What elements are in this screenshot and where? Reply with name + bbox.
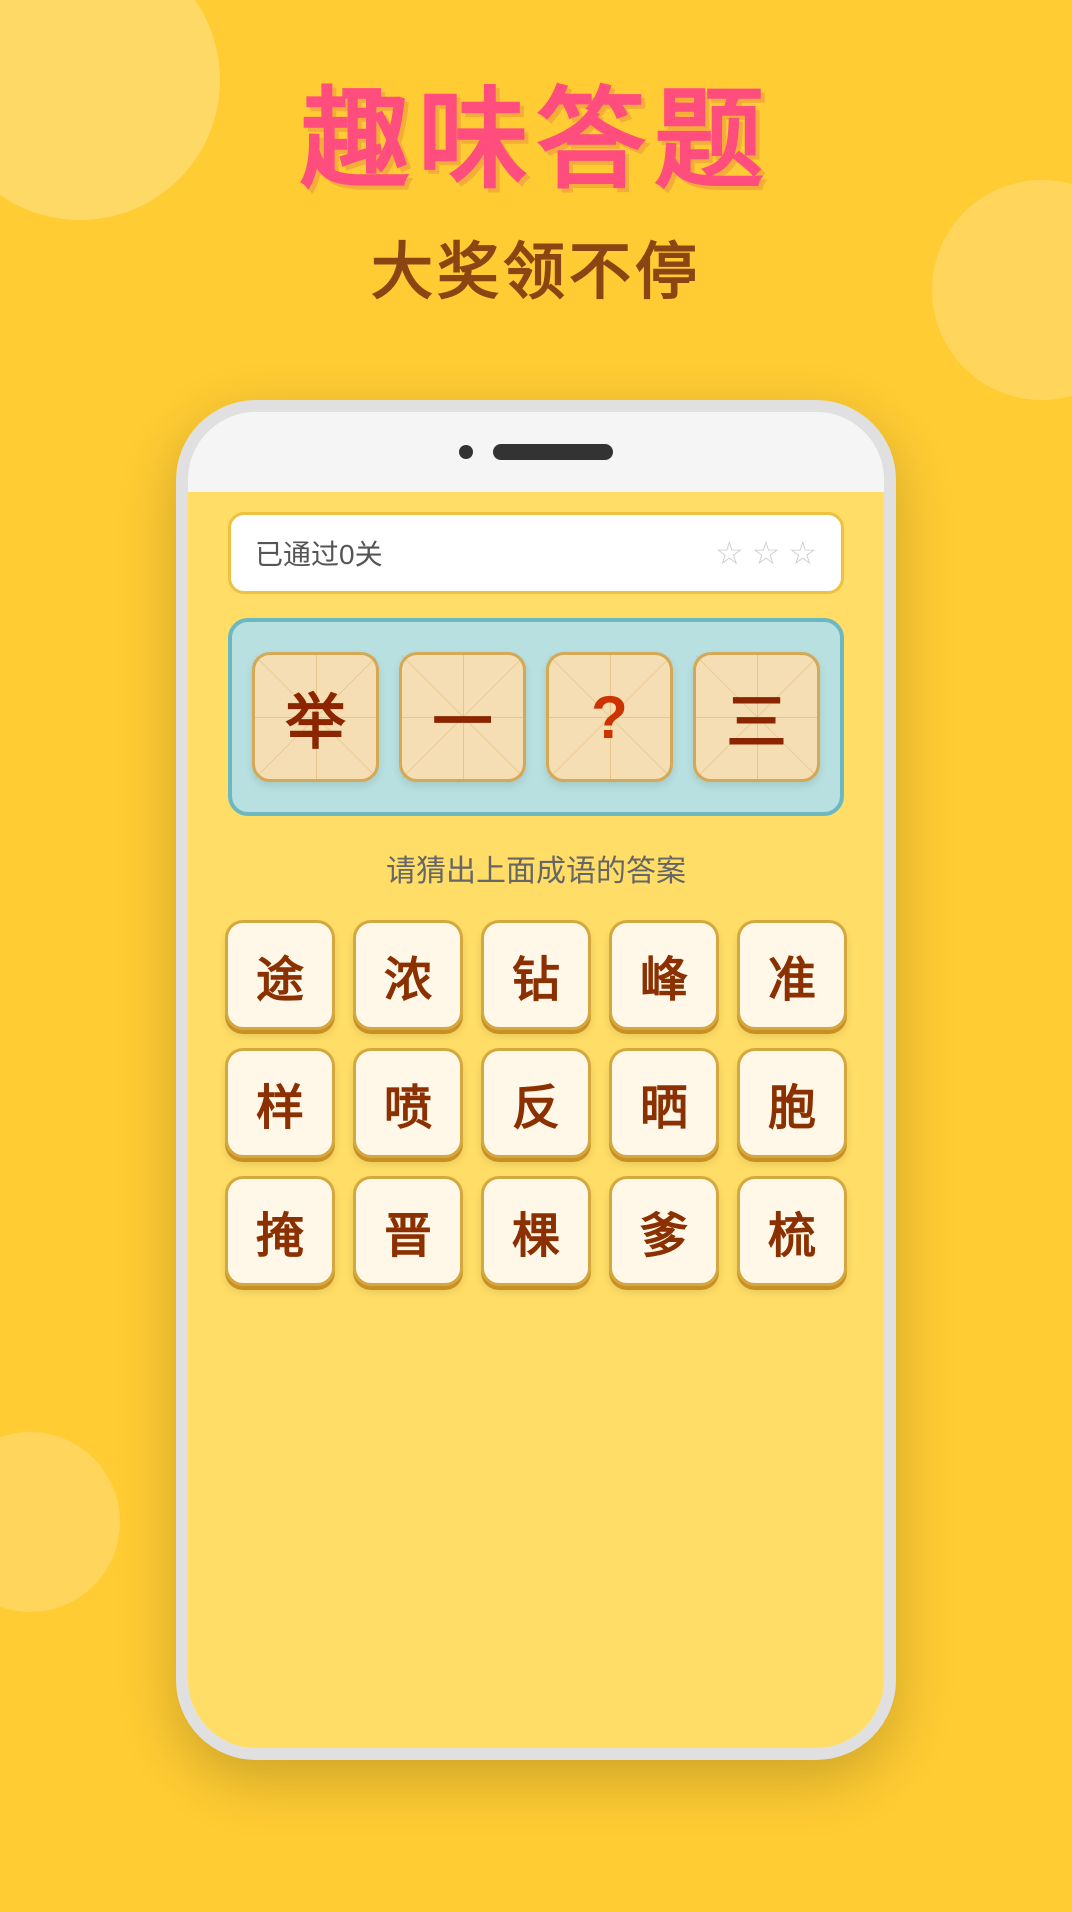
sub-title: 大奖领不停 bbox=[0, 221, 1072, 311]
char-1-text: 举 bbox=[286, 674, 346, 761]
answer-btn-zuan[interactable]: 钻 bbox=[481, 920, 591, 1030]
main-title: 趣味答题 bbox=[0, 80, 1072, 201]
progress-container: 已通过0关 ☆ ☆ ☆ bbox=[228, 512, 844, 594]
character-display: 举 一 ? 三 bbox=[228, 618, 844, 816]
btn-char: 途 bbox=[256, 940, 304, 1010]
answer-btn-shai[interactable]: 晒 bbox=[609, 1048, 719, 1158]
btn-char: 掩 bbox=[256, 1196, 304, 1266]
answer-btn-yang[interactable]: 样 bbox=[225, 1048, 335, 1158]
phone-top-bar bbox=[188, 412, 884, 492]
phone-mockup: 已通过0关 ☆ ☆ ☆ 举 一 ? 三 bbox=[176, 400, 896, 1760]
star-1: ☆ bbox=[715, 534, 744, 572]
btn-char: 反 bbox=[512, 1068, 560, 1138]
speaker-bar bbox=[493, 444, 613, 460]
progress-text: 已通过0关 bbox=[255, 533, 383, 573]
char-tile-2: 一 bbox=[399, 652, 526, 782]
char-4-text: 三 bbox=[727, 674, 787, 761]
btn-char: 胞 bbox=[768, 1068, 816, 1138]
char-2-text: 一 bbox=[433, 674, 493, 761]
btn-char: 样 bbox=[256, 1068, 304, 1138]
btn-char: 晋 bbox=[384, 1196, 432, 1266]
answer-row-3: 掩 晋 棵 爹 梳 bbox=[225, 1176, 847, 1286]
header-section: 趣味答题 大奖领不停 bbox=[0, 80, 1072, 311]
btn-char: 晒 bbox=[640, 1068, 688, 1138]
answer-btn-fan[interactable]: 反 bbox=[481, 1048, 591, 1158]
answer-btn-pen[interactable]: 喷 bbox=[353, 1048, 463, 1158]
char-tile-4: 三 bbox=[693, 652, 820, 782]
answer-row-2: 样 喷 反 晒 胞 bbox=[225, 1048, 847, 1158]
answer-btn-tu[interactable]: 途 bbox=[225, 920, 335, 1030]
hint-text: 请猜出上面成语的答案 bbox=[386, 846, 686, 890]
btn-char: 准 bbox=[768, 940, 816, 1010]
answer-btn-die[interactable]: 爹 bbox=[609, 1176, 719, 1286]
btn-char: 梳 bbox=[768, 1196, 816, 1266]
stars-container: ☆ ☆ ☆ bbox=[715, 534, 817, 572]
char-tile-3-question: ? bbox=[546, 652, 673, 782]
star-2: ☆ bbox=[752, 534, 781, 572]
answer-row-1: 途 浓 钻 峰 准 bbox=[225, 920, 847, 1030]
answer-btn-pao[interactable]: 胞 bbox=[737, 1048, 847, 1158]
bg-circle-bottomleft bbox=[0, 1432, 120, 1612]
star-3: ☆ bbox=[788, 534, 817, 572]
answer-btn-yan[interactable]: 掩 bbox=[225, 1176, 335, 1286]
phone-content: 已通过0关 ☆ ☆ ☆ 举 一 ? 三 bbox=[188, 492, 884, 1748]
answer-grid: 途 浓 钻 峰 准 样 bbox=[228, 920, 844, 1286]
btn-char: 喷 bbox=[384, 1068, 432, 1138]
answer-btn-feng[interactable]: 峰 bbox=[609, 920, 719, 1030]
answer-btn-ke[interactable]: 棵 bbox=[481, 1176, 591, 1286]
btn-char: 钻 bbox=[512, 940, 560, 1010]
btn-char: 峰 bbox=[640, 940, 688, 1010]
answer-btn-zhun[interactable]: 准 bbox=[737, 920, 847, 1030]
btn-char: 棵 bbox=[512, 1196, 560, 1266]
char-tile-1: 举 bbox=[252, 652, 379, 782]
answer-btn-nong[interactable]: 浓 bbox=[353, 920, 463, 1030]
answer-btn-shu[interactable]: 梳 bbox=[737, 1176, 847, 1286]
camera-dot bbox=[459, 445, 473, 459]
btn-char: 爹 bbox=[640, 1196, 688, 1266]
answer-btn-jin[interactable]: 晋 bbox=[353, 1176, 463, 1286]
char-3-text: ? bbox=[591, 683, 628, 752]
btn-char: 浓 bbox=[384, 940, 432, 1010]
